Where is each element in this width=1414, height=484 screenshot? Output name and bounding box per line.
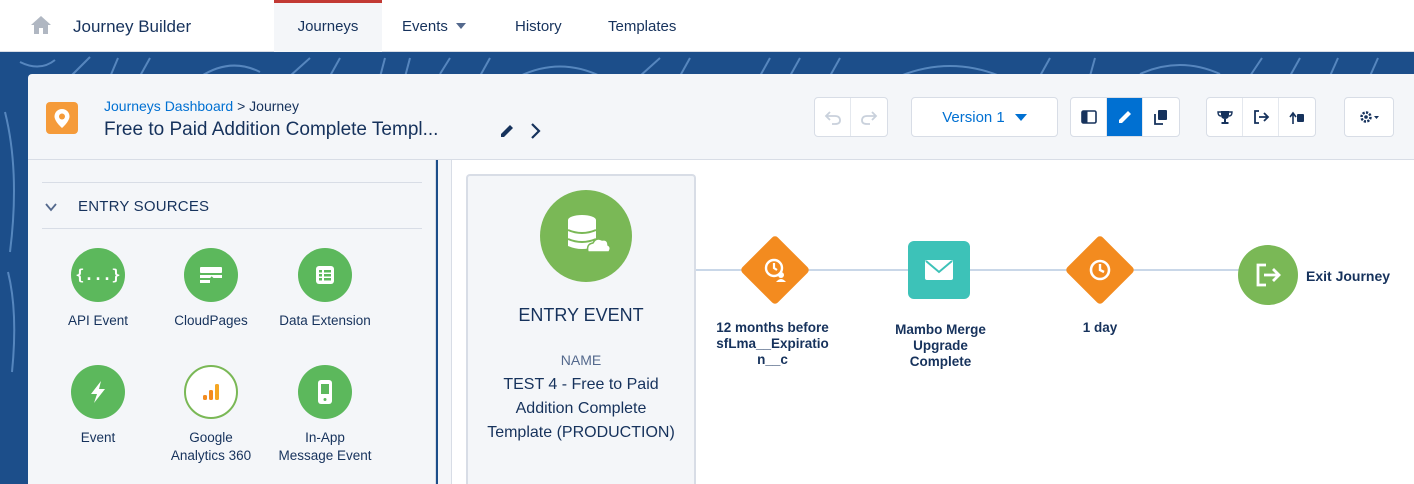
label-line2: sfLma__Expiratio: [716, 336, 829, 351]
entry-name-value: TEST 4 - Free to Paid Addition Complete …: [487, 376, 675, 441]
copy-button[interactable]: [1143, 98, 1179, 136]
view-mode-group: [1070, 97, 1180, 137]
source-label-line1: Google: [189, 430, 233, 445]
redo-button[interactable]: [851, 98, 887, 136]
exit-journey-label: Exit Journey: [1306, 268, 1391, 284]
reentry-icon: [1289, 111, 1304, 124]
api-icon: {...}: [71, 248, 125, 302]
connector-line: [1120, 269, 1240, 271]
data-extension-entry-icon: [540, 190, 632, 282]
breadcrumb-dashboard-link[interactable]: Journeys Dashboard: [104, 98, 233, 114]
tab-history[interactable]: History: [515, 0, 562, 52]
top-navigation: Journey Builder Journeys Events History …: [0, 0, 1414, 52]
settings-button[interactable]: [1345, 98, 1393, 136]
breadcrumb: Journeys Dashboard > Journey: [104, 98, 299, 114]
undo-redo-group: [814, 97, 888, 137]
source-label: CloudPages: [174, 313, 248, 328]
tab-events[interactable]: Events: [402, 0, 466, 52]
copy-icon: [1154, 110, 1167, 125]
redo-icon: [861, 111, 878, 125]
journey-actions-group: [1206, 97, 1316, 137]
source-label: API Event: [67, 313, 129, 328]
in-app-icon: [298, 365, 352, 419]
wait-duration-label: 1 day: [1082, 320, 1118, 335]
version-label: Version 1: [942, 108, 1005, 126]
tab-templates[interactable]: Templates: [608, 0, 676, 52]
label-line3: n__c: [757, 352, 788, 367]
divider: [42, 228, 422, 229]
trophy-icon: [1216, 111, 1233, 124]
label-line1: 12 months before: [716, 320, 829, 335]
label-line2: Upgrade: [913, 338, 968, 353]
version-dropdown[interactable]: Version 1: [911, 97, 1058, 137]
source-in-app-message-event[interactable]: In-App Message Event: [270, 365, 380, 465]
reentry-button[interactable]: [1279, 98, 1315, 136]
source-label: In-App Message Event: [270, 429, 380, 465]
label-line1: Mambo Merge: [895, 322, 986, 337]
entry-event-card[interactable]: ENTRY EVENT NAME TEST 4 - Free to Paid A…: [466, 174, 696, 484]
email-node-label: Mambo Merge Upgrade Complete: [868, 322, 1013, 370]
divider: [42, 182, 422, 183]
edit-icon: [1118, 111, 1131, 123]
undo-icon: [824, 111, 841, 125]
analytics-icon: [184, 365, 238, 419]
chevron-down-icon: [1014, 113, 1027, 121]
tab-templates-label: Templates: [608, 18, 677, 35]
tab-events-label: Events: [402, 18, 448, 35]
source-event[interactable]: Event: [43, 365, 153, 447]
event-icon: [71, 365, 125, 419]
tab-journeys-label: Journeys: [297, 18, 359, 35]
home-icon[interactable]: [30, 14, 52, 36]
breadcrumb-current: Journey: [249, 98, 299, 114]
entry-event-title: ENTRY EVENT: [518, 305, 644, 325]
panel-splitter[interactable]: [438, 160, 452, 484]
entry-name-label: NAME: [560, 352, 602, 368]
exit-journey-icon: [1256, 263, 1281, 287]
email-activity-node[interactable]: [908, 241, 970, 299]
exit-criteria-button[interactable]: [1243, 98, 1279, 136]
connector-line: [795, 269, 910, 271]
source-label: Google Analytics 360: [156, 429, 266, 465]
breadcrumb-separator: >: [237, 98, 246, 114]
entry-sources-panel: ENTRY SOURCES {...} API Event CloudPages…: [28, 160, 436, 484]
chevron-right-icon[interactable]: [528, 122, 544, 140]
location-pin-icon: [46, 102, 78, 134]
clock-icon: [1089, 259, 1111, 281]
settings-group: [1344, 97, 1394, 137]
source-label: Data Extension: [279, 313, 371, 328]
app-title[interactable]: Journey Builder: [73, 17, 191, 37]
journey-name: Free to Paid Addition Complete Templ...: [104, 119, 439, 140]
source-label-line1: In-App: [305, 430, 345, 445]
source-api-event[interactable]: {...} API Event: [43, 248, 153, 330]
source-cloudpages[interactable]: CloudPages: [156, 248, 266, 330]
tab-history-label: History: [515, 18, 562, 35]
source-google-analytics-360[interactable]: Google Analytics 360: [156, 365, 266, 465]
panel-icon: [1080, 110, 1097, 124]
envelope-icon: [925, 260, 953, 280]
source-data-extension[interactable]: Data Extension: [270, 248, 380, 330]
panel-toggle-button[interactable]: [1071, 98, 1107, 136]
undo-button[interactable]: [815, 98, 851, 136]
journey-header: Journeys Dashboard > Journey Free to Pai…: [28, 74, 1414, 160]
source-label-line2: Analytics 360: [170, 448, 252, 463]
section-title[interactable]: ENTRY SOURCES: [78, 198, 209, 215]
exit-journey-node[interactable]: [1238, 245, 1298, 305]
data-extension-icon: [298, 248, 352, 302]
chevron-down-icon[interactable]: [44, 200, 58, 214]
exit-icon: [1253, 110, 1269, 124]
cloudpages-icon: [184, 248, 238, 302]
edit-name-pencil-icon[interactable]: [498, 122, 516, 140]
source-label: Event: [80, 430, 116, 445]
edit-mode-button[interactable]: [1107, 98, 1143, 136]
label-line3: Complete: [909, 354, 972, 369]
chevron-down-icon: [455, 23, 466, 29]
source-label-line2: Message Event: [278, 448, 372, 463]
settings-icon: [1360, 111, 1379, 123]
goal-button[interactable]: [1207, 98, 1243, 136]
tab-journeys[interactable]: Journeys: [274, 0, 382, 52]
wait-person-clock-icon: [764, 258, 786, 282]
wait-node-label: 12 months before sfLma__Expiratio n__c: [700, 320, 845, 368]
